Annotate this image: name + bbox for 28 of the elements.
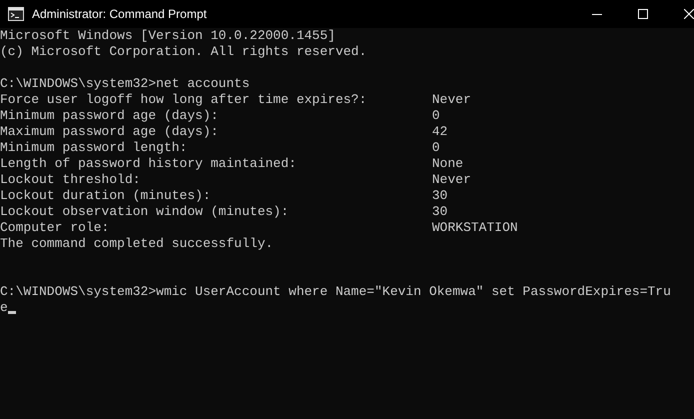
setting-label: Maximum password age (days):: [0, 124, 218, 139]
setting-label: Length of password history maintained:: [0, 156, 296, 171]
setting-label: Lockout duration (minutes):: [0, 188, 211, 203]
console-line: e: [0, 300, 8, 316]
setting-label: Minimum password age (days):: [0, 108, 218, 123]
setting-value: 30: [432, 188, 448, 204]
setting-label: Lockout observation window (minutes):: [0, 204, 289, 219]
setting-value: 0: [432, 108, 440, 124]
maximize-icon: [638, 9, 648, 19]
setting-value: WORKSTATION: [432, 220, 518, 236]
setting-value: 30: [432, 204, 448, 220]
terminal-icon: [8, 7, 24, 21]
setting-value: 42: [432, 124, 448, 140]
setting-value: Never: [432, 92, 472, 108]
close-icon: [684, 9, 694, 19]
window-title: Administrator: Command Prompt: [32, 6, 207, 23]
setting-value: Never: [432, 172, 472, 188]
console-line: C:\WINDOWS\system32>net accounts: [0, 76, 250, 92]
console-line: Microsoft Windows [Version 10.0.22000.1455]: [0, 28, 336, 44]
setting-value: 0: [432, 140, 440, 156]
console-line: The command completed successfully.: [0, 236, 274, 252]
setting-label: Minimum password length:: [0, 140, 188, 155]
console-line: C:\WINDOWS\system32>wmic UserAccount where Name="Kevin Okemwa" set PasswordExpires=Tru: [0, 284, 671, 300]
setting-label: Force user logoff how long after time expires?:: [0, 92, 367, 107]
console-line: (c) Microsoft Corporation. All rights reserved.: [0, 44, 367, 60]
setting-label: Lockout threshold:: [0, 172, 140, 187]
setting-label: Computer role:: [0, 220, 110, 235]
setting-value: None: [432, 156, 464, 172]
